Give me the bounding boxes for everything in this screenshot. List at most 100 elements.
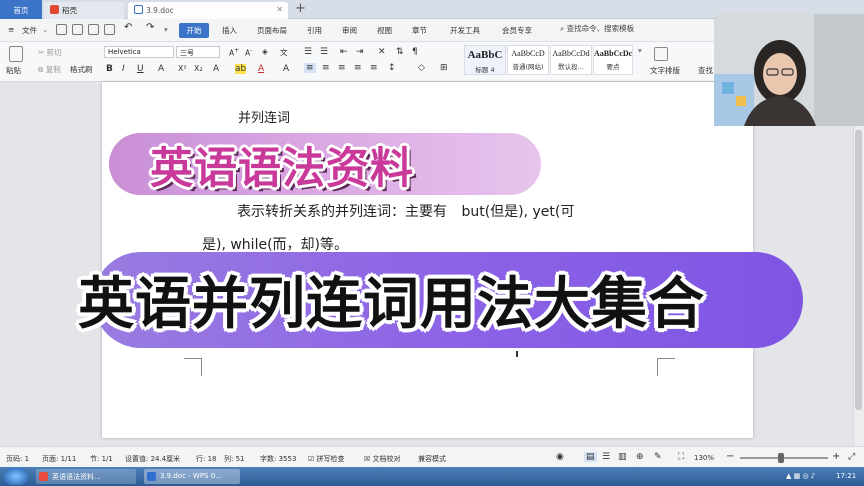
print-icon[interactable] <box>88 24 99 35</box>
style-web-normal[interactable]: AaBbCcD 普通(网站) <box>507 45 549 75</box>
tab-document[interactable]: 3.9.doc ✕ <box>128 2 288 19</box>
chevron-down-icon[interactable]: ⌄ <box>42 25 48 34</box>
shading-icon[interactable]: ◇ <box>418 63 425 73</box>
print-preview-icon[interactable] <box>104 24 115 35</box>
web-view-icon[interactable]: ⊕ <box>636 452 644 462</box>
status-pages[interactable]: 页面: 1/11 <box>42 454 76 464</box>
command-search[interactable]: ⌕ 查找命令、搜索模板 <box>560 23 640 37</box>
menu-member[interactable]: 会员专享 <box>502 25 532 36</box>
bullets-icon[interactable]: ☰ <box>304 47 312 57</box>
text-layout-icon[interactable] <box>654 47 668 61</box>
menu-page-layout[interactable]: 页面布局 <box>257 25 287 36</box>
style-heading4[interactable]: AaBbC 标题 4 <box>464 45 506 75</box>
margin-corner-left <box>184 358 202 376</box>
reading-view-icon[interactable]: ▥ <box>618 452 627 462</box>
format-painter-button[interactable]: 格式刷 <box>70 64 93 75</box>
new-tab-icon[interactable]: + <box>295 1 306 16</box>
menu-dev-tools[interactable]: 开发工具 <box>450 25 480 36</box>
tab-home[interactable]: 首页 <box>0 0 42 19</box>
line-spacing-icon[interactable]: ↕ <box>388 63 396 73</box>
os-taskbar: 英语语法资料... 3.9.doc - WPS 0... ▲ ▦ ◎ ♪ 17:… <box>0 467 864 486</box>
find-replace-button[interactable]: 查找 <box>698 65 713 76</box>
zoom-out-icon[interactable]: − <box>726 451 734 462</box>
style-default-para[interactable]: AaBbCcDd 默认段... <box>550 45 592 75</box>
clock[interactable]: 17:21 <box>836 472 856 480</box>
underline-icon[interactable]: U <box>137 64 144 74</box>
italic-icon[interactable]: I <box>122 64 125 74</box>
font-size-select[interactable]: 三号 <box>176 46 220 58</box>
menu-insert[interactable]: 插入 <box>222 25 237 36</box>
styles-more-icon[interactable]: ▾ <box>638 46 647 72</box>
char-border-icon[interactable]: A <box>283 64 289 74</box>
subscript-icon[interactable]: X₂ <box>194 64 203 73</box>
align-center-icon[interactable]: ≡ <box>322 63 330 73</box>
indent-icon[interactable]: ⇤ <box>340 47 348 57</box>
task-wps[interactable]: 3.9.doc - WPS 0... <box>144 469 240 484</box>
outline-view-icon[interactable]: ☰ <box>602 452 610 462</box>
tab-daoke[interactable]: 稻壳 <box>44 2 124 19</box>
hamburger-icon[interactable]: ≡ <box>8 25 14 34</box>
strikethrough-icon[interactable]: A <box>158 64 164 74</box>
distribute-icon[interactable]: ≡ <box>370 63 378 73</box>
proofread-button[interactable]: ☒ 文档校对 <box>364 454 401 464</box>
menu-chapter[interactable]: 章节 <box>412 25 427 36</box>
highlight-icon[interactable]: ab <box>235 64 247 74</box>
page-view-icon[interactable]: ▤ <box>584 452 597 462</box>
align-left-icon[interactable]: ≡ <box>304 63 316 73</box>
export-pdf-icon[interactable] <box>72 24 83 35</box>
paste-icon[interactable] <box>9 46 23 62</box>
menu-view[interactable]: 视图 <box>377 25 392 36</box>
status-words[interactable]: 字数: 3553 <box>260 454 296 464</box>
fit-page-icon[interactable]: ⛶ <box>678 452 684 462</box>
grow-font-icon[interactable]: A+ <box>229 47 239 58</box>
border-icon[interactable]: ⊞ <box>440 63 448 73</box>
sort-icon[interactable]: ⇅ <box>396 47 404 57</box>
style-key-point[interactable]: AaBbCcDc 要点 <box>593 45 633 75</box>
justify-icon[interactable]: ≡ <box>354 63 362 73</box>
align-right-icon[interactable]: ≡ <box>338 63 346 73</box>
superscript-icon[interactable]: X² <box>178 64 187 73</box>
eye-protect-icon[interactable]: ◉ <box>556 452 564 462</box>
task-video-app[interactable]: 英语语法资料... <box>36 469 136 484</box>
menu-file[interactable]: 文件 <box>22 25 37 36</box>
chinese-layout-icon[interactable]: ✕ <box>378 47 386 57</box>
menu-review[interactable]: 审阅 <box>342 25 357 36</box>
zoom-slider[interactable] <box>740 457 828 459</box>
save-icon[interactable] <box>56 24 67 35</box>
menu-reference[interactable]: 引用 <box>307 25 322 36</box>
doc-paragraph-line1: 表示转折关系的并列连词：主要有 but(但是), yet(可 <box>237 201 574 221</box>
undo-icon[interactable]: ↶ <box>124 22 132 33</box>
font-color-icon[interactable]: A <box>258 64 264 74</box>
close-tab-icon[interactable]: ✕ <box>276 5 283 14</box>
numbering-icon[interactable]: ☰ <box>320 47 328 57</box>
status-section: 节: 1/1 <box>90 455 113 463</box>
clear-format-icon[interactable]: ◈ <box>262 47 268 56</box>
menu-start[interactable]: 开始 <box>179 23 209 38</box>
spell-check-button[interactable]: ☑ 拼写检查 <box>308 454 345 464</box>
font-name-select[interactable]: Helvetica <box>104 46 174 58</box>
proofread-icon: ☒ <box>364 455 371 463</box>
write-mode-icon[interactable]: ✎ <box>654 452 662 462</box>
doc-icon <box>134 5 143 14</box>
outdent-icon[interactable]: ⇥ <box>356 47 364 57</box>
fullscreen-icon[interactable]: ⤢ <box>848 452 855 462</box>
zoom-slider-handle[interactable] <box>778 453 784 463</box>
text-layout-button[interactable]: 文字排版 <box>650 65 680 76</box>
zoom-level[interactable]: 130% <box>694 454 714 462</box>
cut-button[interactable]: ✂ 剪切 <box>38 47 62 58</box>
zoom-in-icon[interactable]: + <box>832 451 840 462</box>
copy-button[interactable]: ⧉ 复制 <box>38 64 61 75</box>
show-marks-icon[interactable]: ¶ <box>412 47 418 57</box>
redo-icon[interactable]: ↷ <box>146 22 154 33</box>
shrink-font-icon[interactable]: A- <box>245 47 252 58</box>
scroll-thumb[interactable] <box>855 130 862 410</box>
tray-icons[interactable]: ▲ ▦ ◎ ♪ <box>786 472 815 480</box>
customize-icon[interactable]: ▾ <box>164 25 168 34</box>
text-effect-icon[interactable]: A <box>213 64 219 74</box>
bold-icon[interactable]: B <box>106 64 113 74</box>
start-button[interactable] <box>4 468 28 485</box>
pinyin-icon[interactable]: 文 <box>280 47 288 58</box>
tab-daoke-label: 稻壳 <box>62 6 77 15</box>
doc-heading: 并列连词 <box>238 111 291 126</box>
paste-button[interactable]: 粘贴 <box>6 65 21 76</box>
